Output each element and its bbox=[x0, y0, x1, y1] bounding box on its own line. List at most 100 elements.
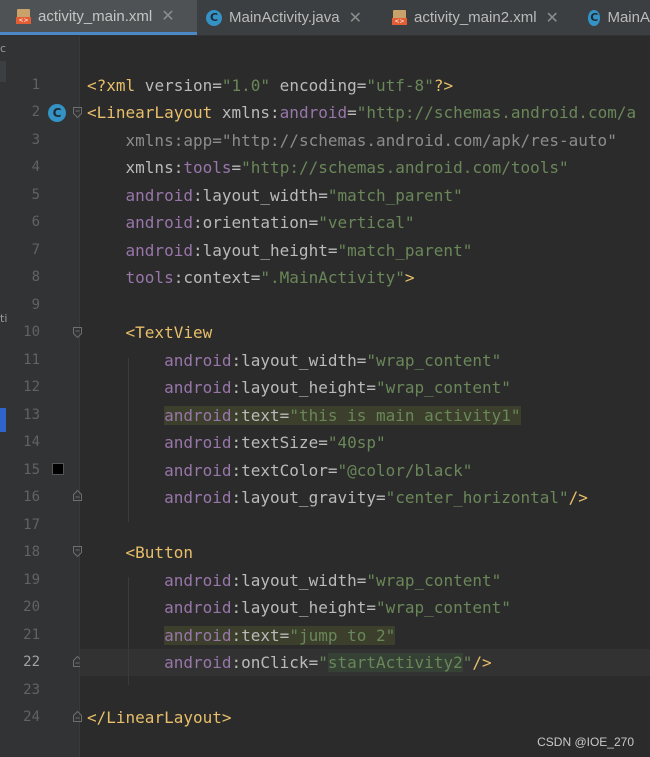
tag-name: </LinearLayout> bbox=[87, 708, 232, 727]
attr-name: :layout_width bbox=[192, 186, 319, 205]
close-icon[interactable]: ✕ bbox=[349, 8, 362, 28]
attr-value: "vertical" bbox=[318, 213, 415, 232]
code-line-3[interactable]: xmlns:app="http://schemas.android.com/ap… bbox=[87, 127, 617, 154]
code-line-2[interactable]: <LinearLayout xmlns:android="http://sche… bbox=[87, 99, 636, 126]
equals: = bbox=[308, 653, 319, 672]
quote: " bbox=[318, 653, 328, 672]
line-number: 1 bbox=[31, 77, 40, 93]
equals: = bbox=[366, 598, 376, 617]
code-line-21[interactable]: android:text="jump to 2" bbox=[87, 622, 396, 649]
attr-name: :textColor bbox=[231, 461, 328, 480]
line-number: 14 bbox=[23, 434, 40, 450]
equals: = bbox=[376, 488, 386, 507]
attr-value: "1.0" bbox=[221, 76, 271, 95]
close-icon[interactable]: ✕ bbox=[546, 8, 559, 28]
attr-namespace: android bbox=[125, 213, 193, 232]
attr-value-method-reference[interactable]: startActivity2 bbox=[327, 653, 463, 672]
code-line-13[interactable]: android:text="this is main activity1" bbox=[87, 402, 521, 429]
line-number: 23 bbox=[23, 682, 40, 698]
attr-name: version bbox=[135, 76, 213, 95]
tab-label: activity_main2.xml bbox=[414, 9, 537, 26]
related-class-icon[interactable]: C bbox=[48, 104, 66, 122]
line-number: 10 bbox=[23, 324, 40, 340]
tag-close: /> bbox=[568, 488, 588, 507]
equals: = bbox=[212, 131, 222, 150]
code-line-10[interactable]: <TextView bbox=[87, 319, 213, 346]
attr-value: "wrap_content" bbox=[366, 351, 502, 370]
code-line-5[interactable]: android:layout_width="match_parent" bbox=[87, 182, 463, 209]
equals: = bbox=[356, 76, 367, 95]
code-line-18[interactable]: <Button bbox=[87, 539, 193, 566]
attr-namespace: android bbox=[164, 461, 232, 480]
attr-value: "http://schemas.android.com/a bbox=[356, 103, 637, 122]
line-number: 15 bbox=[23, 462, 40, 478]
code-line-24[interactable]: </LinearLayout> bbox=[87, 704, 232, 731]
tab-activity-main-xml[interactable]: <> activity_main.xml ✕ bbox=[0, 0, 197, 35]
code-line-12[interactable]: android:layout_height="wrap_content" bbox=[87, 374, 511, 401]
code-line-6[interactable]: android:orientation="vertical" bbox=[87, 209, 415, 236]
attr-value: "utf-8" bbox=[366, 76, 434, 95]
attr-value: "match_parent" bbox=[327, 186, 463, 205]
code-line-11[interactable]: android:layout_width="wrap_content" bbox=[87, 347, 501, 374]
code-line-20[interactable]: android:layout_height="wrap_content" bbox=[87, 594, 511, 621]
attr-namespace: android bbox=[164, 378, 232, 397]
close-icon[interactable]: ✕ bbox=[161, 6, 174, 26]
line-number: 4 bbox=[31, 159, 40, 175]
line-number: 21 bbox=[23, 627, 40, 643]
equals: = bbox=[279, 626, 290, 645]
tab-label: MainActivity.java bbox=[229, 9, 340, 26]
line-number: 9 bbox=[31, 297, 40, 313]
attr-value: "wrap_content" bbox=[376, 378, 511, 397]
tag-close: > bbox=[404, 268, 415, 287]
attr-namespace: android bbox=[164, 433, 232, 452]
code-line-7[interactable]: android:layout_height="match_parent" bbox=[87, 237, 473, 264]
code-line-16[interactable]: android:layout_gravity="center_horizonta… bbox=[87, 484, 588, 511]
equals: = bbox=[308, 213, 319, 232]
attr-namespace: android bbox=[164, 351, 232, 370]
line-number: 12 bbox=[23, 379, 40, 395]
code-line-22[interactable]: android:onClick="startActivity2"/> bbox=[87, 649, 492, 676]
attr-name: android bbox=[279, 103, 348, 122]
code-line-14[interactable]: android:textSize="40sp" bbox=[87, 429, 386, 456]
code-line-15[interactable]: android:textColor="@color/black" bbox=[87, 457, 472, 484]
attr-value: "jump to 2" bbox=[289, 626, 396, 645]
code-editor[interactable]: <?xml version="1.0" encoding="utf-8"?> <… bbox=[80, 72, 650, 757]
tool-window-button[interactable] bbox=[0, 61, 6, 82]
tab-mainactivity-java[interactable]: C MainActivity.java ✕ bbox=[197, 0, 382, 35]
line-number: 11 bbox=[23, 352, 40, 368]
tab-mainactivity2-java[interactable]: C MainA bbox=[582, 0, 650, 35]
equals: = bbox=[212, 76, 222, 95]
colon: : bbox=[270, 103, 280, 122]
line-number: 2 bbox=[31, 104, 40, 120]
equals: = bbox=[279, 406, 290, 425]
code-line-19[interactable]: android:layout_width="wrap_content" bbox=[87, 567, 501, 594]
code-line-1[interactable]: <?xml version="1.0" encoding="utf-8"?> bbox=[87, 72, 453, 99]
tool-window-selected-marker[interactable] bbox=[0, 408, 6, 432]
attr-value: "match_parent" bbox=[337, 241, 473, 260]
xml-prolog-open: <? bbox=[87, 76, 107, 95]
attr-value: "center_horizontal" bbox=[385, 488, 569, 507]
tab-activity-main2-xml[interactable]: <> activity_main2.xml ✕ bbox=[382, 0, 582, 35]
attr-value: "wrap_content" bbox=[376, 598, 511, 617]
line-number: 6 bbox=[31, 214, 40, 230]
code-line-4[interactable]: xmlns:tools="http://schemas.android.com/… bbox=[87, 154, 569, 181]
attr-namespace: android bbox=[164, 626, 232, 645]
equals: = bbox=[318, 186, 328, 205]
attr-namespace: xmlns bbox=[212, 103, 271, 122]
color-preview-swatch[interactable] bbox=[52, 463, 64, 475]
line-number: 16 bbox=[23, 489, 40, 505]
xml-file-icon: <> bbox=[392, 10, 407, 25]
tab-label: activity_main.xml bbox=[38, 7, 153, 25]
code-line-8[interactable]: tools:context=".MainActivity"> bbox=[87, 264, 415, 291]
attr-namespace: android bbox=[125, 241, 193, 260]
colon: : bbox=[173, 158, 184, 177]
